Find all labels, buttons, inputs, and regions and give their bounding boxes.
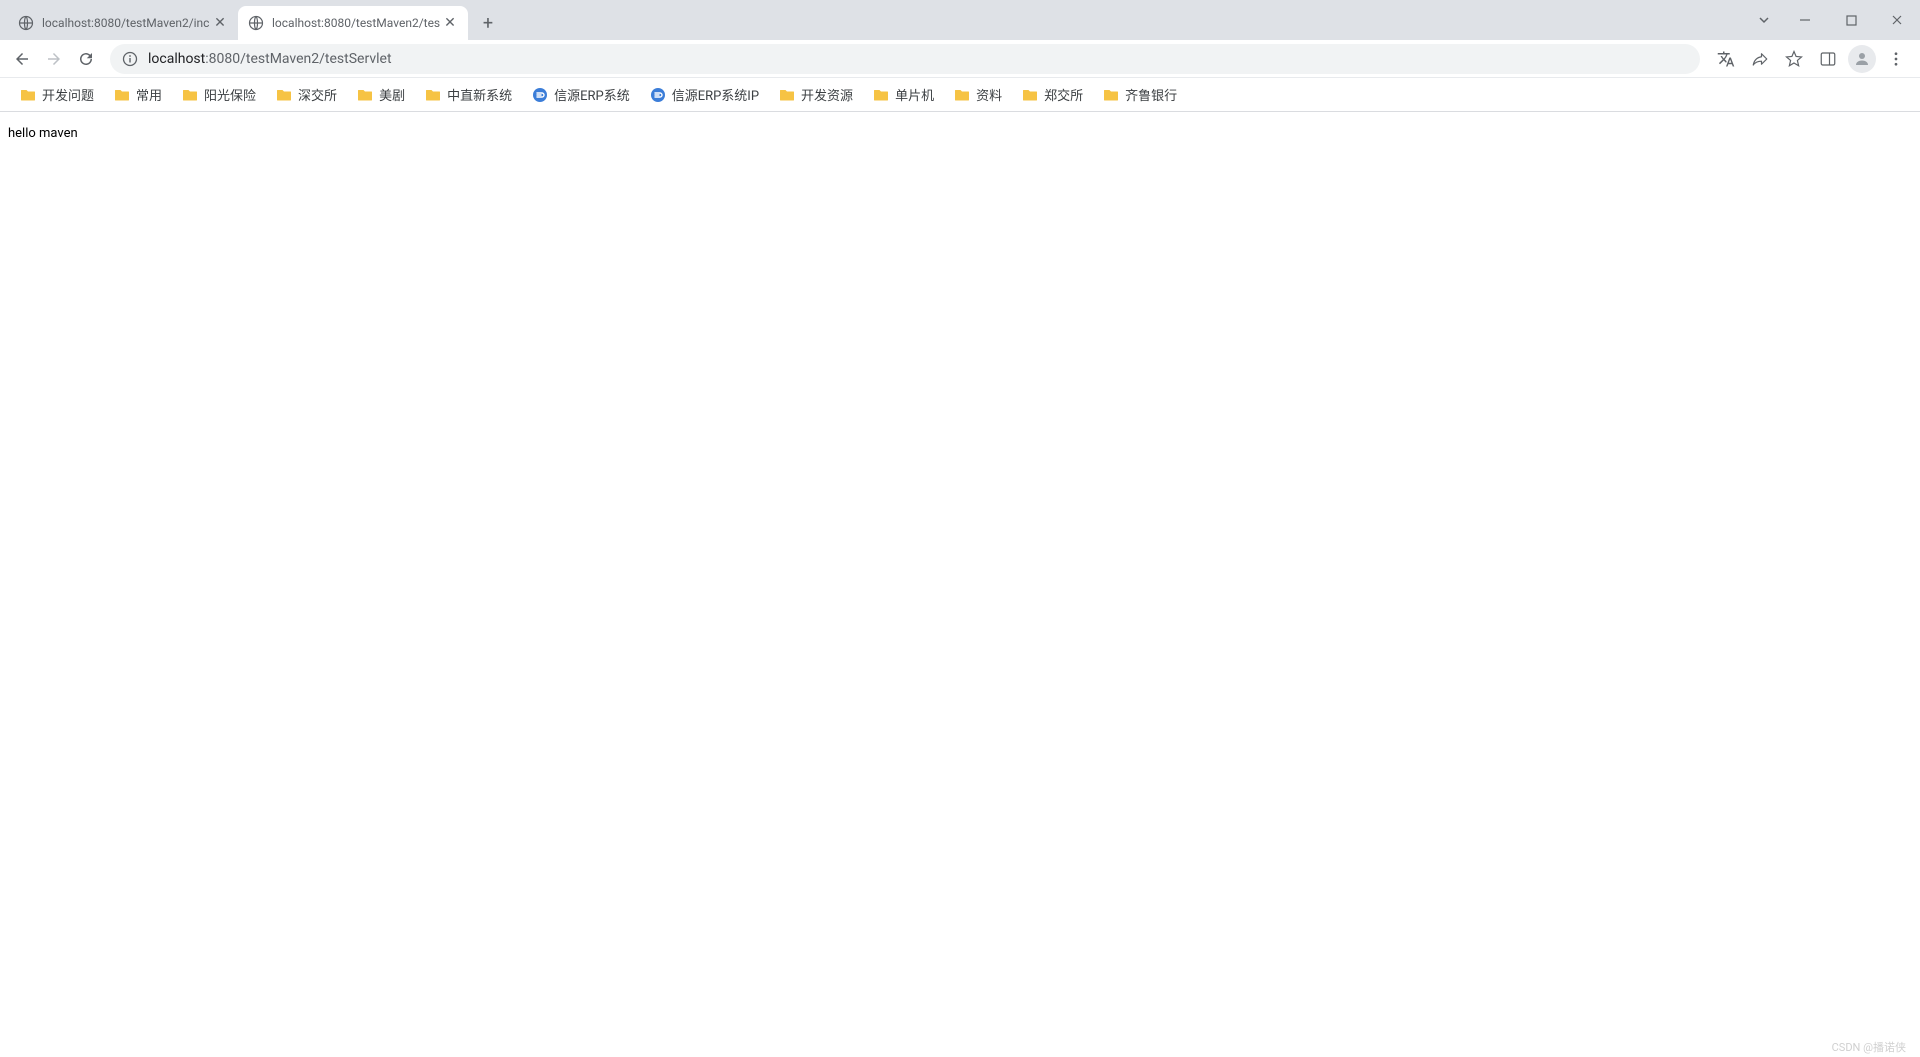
bookmark-item-10[interactable]: 资料 — [946, 81, 1010, 108]
reload-button[interactable] — [72, 45, 100, 73]
bookmark-label: 中直新系统 — [447, 85, 512, 104]
bookmark-label: 信源ERP系统 — [554, 85, 630, 104]
minimize-button[interactable] — [1782, 5, 1828, 35]
bookmark-item-0[interactable]: 开发问题 — [12, 81, 102, 108]
forward-button[interactable] — [40, 45, 68, 73]
bookmarks-bar: 开发问题 常用 阳光保险 深交所 美剧 中直新系统 信源ERP系统 信源ERP系统IP 开发资源… — [0, 78, 1920, 112]
close-icon[interactable]: ✕ — [212, 15, 228, 31]
globe-icon — [248, 15, 264, 31]
tab-0[interactable]: localhost:8080/testMaven2/inc ✕ — [8, 6, 238, 40]
bookmark-item-8[interactable]: 开发资源 — [771, 81, 861, 108]
new-tab-button[interactable]: + — [474, 9, 502, 37]
address-bar[interactable]: localhost:8080/testMaven2/testServlet — [110, 44, 1700, 74]
tab-title: localhost:8080/testMaven2/inc — [42, 16, 212, 30]
bookmark-item-2[interactable]: 阳光保险 — [174, 81, 264, 108]
bookmark-label: 开发资源 — [801, 85, 853, 104]
bookmark-item-4[interactable]: 美剧 — [349, 81, 413, 108]
bookmark-item-7[interactable]: 信源ERP系统IP — [642, 81, 767, 108]
bookmark-item-11[interactable]: 郑交所 — [1014, 81, 1091, 108]
bookmark-item-12[interactable]: 齐鲁银行 — [1095, 81, 1185, 108]
bookmark-label: 齐鲁银行 — [1125, 85, 1177, 104]
tab-1[interactable]: localhost:8080/testMaven2/tes ✕ — [238, 6, 468, 40]
globe-icon — [18, 15, 34, 31]
bookmark-item-9[interactable]: 单片机 — [865, 81, 942, 108]
close-icon[interactable]: ✕ — [442, 15, 458, 31]
toolbar: localhost:8080/testMaven2/testServlet — [0, 40, 1920, 78]
page-content: hello maven — [0, 112, 1920, 155]
back-button[interactable] — [8, 45, 36, 73]
share-icon[interactable] — [1744, 43, 1776, 75]
maximize-button[interactable] — [1828, 5, 1874, 35]
toolbar-right — [1710, 43, 1912, 75]
bookmark-label: 常用 — [136, 85, 162, 104]
bookmark-item-1[interactable]: 常用 — [106, 81, 170, 108]
bookmark-label: 资料 — [976, 85, 1002, 104]
url-host: localhost — [148, 51, 205, 67]
titlebar: localhost:8080/testMaven2/inc ✕ localhos… — [0, 0, 1920, 40]
body-text: hello maven — [8, 126, 78, 141]
bookmark-item-3[interactable]: 深交所 — [268, 81, 345, 108]
profile-avatar[interactable] — [1846, 43, 1878, 75]
watermark: CSDN @播诺侠 — [1832, 1039, 1906, 1055]
menu-icon[interactable] — [1880, 43, 1912, 75]
bookmark-star-icon[interactable] — [1778, 43, 1810, 75]
site-info-icon[interactable] — [122, 51, 138, 67]
bookmark-label: 郑交所 — [1044, 85, 1083, 104]
close-window-button[interactable] — [1874, 5, 1920, 35]
tab-title: localhost:8080/testMaven2/tes — [272, 16, 442, 30]
bookmark-label: 阳光保险 — [204, 85, 256, 104]
bookmark-label: 信源ERP系统IP — [672, 85, 759, 104]
bookmark-label: 美剧 — [379, 85, 405, 104]
window-controls — [1746, 0, 1920, 40]
side-panel-icon[interactable] — [1812, 43, 1844, 75]
url-text: localhost:8080/testMaven2/testServlet — [148, 51, 392, 67]
bookmark-label: 单片机 — [895, 85, 934, 104]
bookmark-label: 深交所 — [298, 85, 337, 104]
bookmark-item-5[interactable]: 中直新系统 — [417, 81, 520, 108]
translate-icon[interactable] — [1710, 43, 1742, 75]
url-path: :8080/testMaven2/testServlet — [205, 51, 391, 67]
bookmark-item-6[interactable]: 信源ERP系统 — [524, 81, 638, 108]
tab-search-button[interactable] — [1746, 5, 1782, 35]
bookmark-label: 开发问题 — [42, 85, 94, 104]
